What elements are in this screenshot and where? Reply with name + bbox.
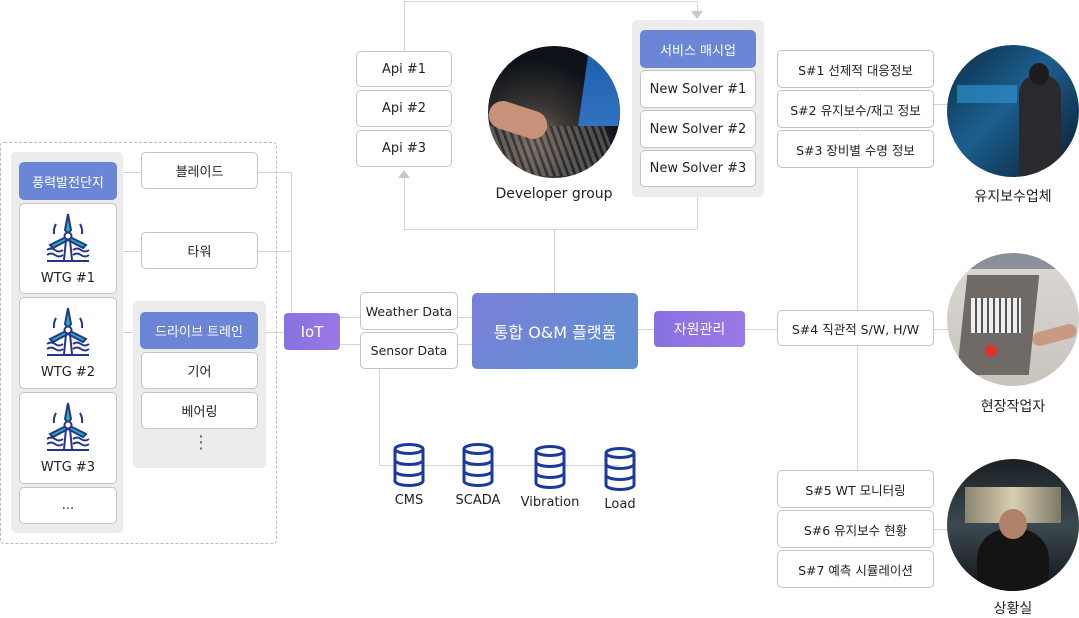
api-box[interactable]: Api #3 (356, 130, 452, 167)
connector (697, 197, 698, 229)
user-label: 유지보수업체 (974, 189, 1052, 205)
developer-label: Developer group (495, 186, 613, 202)
connector (404, 1, 405, 51)
database-label: CMS (394, 493, 424, 508)
connector (697, 1, 698, 11)
database-item[interactable]: Vibration (510, 445, 590, 510)
connector (934, 329, 948, 330)
solver-box[interactable]: New Solver #3 (640, 150, 756, 187)
service-box[interactable]: S#5 WT 모니터링 (777, 470, 934, 508)
maintenance-company-photo (947, 45, 1079, 177)
connector (934, 529, 948, 530)
solver-box[interactable]: New Solver #1 (640, 70, 756, 108)
connector (291, 172, 292, 313)
connector (404, 178, 405, 229)
platform-node[interactable]: 통합 O&M 플랫폼 (472, 293, 638, 369)
wind-turbine-icon (42, 306, 94, 362)
service-box[interactable]: S#1 선제적 대응정보 (777, 50, 934, 88)
resource-management-node[interactable]: 자원관리 (654, 311, 745, 347)
user-label: 상황실 (993, 601, 1033, 617)
connector (340, 317, 360, 318)
database-icon (510, 445, 590, 493)
database-icon (369, 443, 449, 491)
sensor-data-box[interactable]: Sensor Data (360, 332, 458, 369)
database-label: Vibration (520, 495, 580, 510)
turbine-card[interactable]: WTG #2 (19, 297, 117, 389)
turbine-label: WTG #1 (40, 270, 96, 286)
weather-data-box[interactable]: Weather Data (360, 292, 458, 330)
connector (554, 229, 555, 293)
database-icon (438, 443, 518, 491)
database-item[interactable]: CMS (369, 443, 449, 508)
wind-turbine-icon (42, 212, 94, 268)
turbine-card[interactable]: WTG #3 (19, 392, 117, 484)
field-worker-photo (947, 253, 1079, 386)
more-components: ⋮ (192, 432, 210, 453)
connector (458, 344, 472, 345)
connector (404, 1, 697, 2)
database-item[interactable]: SCADA (438, 443, 518, 508)
database-label: Load (604, 497, 636, 512)
database-icon (580, 447, 660, 495)
iot-node[interactable]: IoT (284, 313, 340, 350)
arrow-down-icon (691, 11, 703, 19)
solver-box[interactable]: New Solver #2 (640, 110, 756, 148)
marketplace-title: 서비스 매시업 (640, 30, 756, 68)
more-turbines[interactable]: ... (19, 487, 117, 524)
blade-box[interactable]: 블레이드 (141, 152, 258, 189)
developer-photo (488, 46, 620, 178)
connector (458, 317, 472, 318)
connector (638, 329, 654, 330)
connector (404, 229, 697, 230)
drivetrain-title: 드라이브 트레인 (140, 312, 258, 349)
connector (340, 344, 360, 345)
api-box[interactable]: Api #2 (356, 90, 452, 127)
wind-farm-title: 풍력발전단지 (19, 162, 117, 200)
connector (934, 104, 948, 105)
control-room-photo (947, 459, 1079, 591)
api-box[interactable]: Api #1 (356, 51, 452, 87)
gear-box[interactable]: 기어 (141, 352, 258, 389)
database-item[interactable]: Load (580, 447, 660, 512)
service-box[interactable]: S#2 유지보수/재고 정보 (777, 90, 934, 128)
wind-turbine-icon (42, 401, 94, 457)
turbine-card[interactable]: WTG #1 (19, 203, 117, 294)
service-box[interactable]: S#3 장비별 수명 정보 (777, 130, 934, 168)
turbine-label: WTG #3 (40, 460, 96, 475)
user-label: 현장작업자 (980, 399, 1046, 415)
service-box[interactable]: S#4 직관적 S/W, H/W (777, 310, 934, 346)
database-label: SCADA (455, 493, 501, 508)
bearing-box[interactable]: 베어링 (141, 392, 258, 429)
service-box[interactable]: S#6 유지보수 현황 (777, 510, 934, 548)
arrow-up-icon (398, 170, 410, 178)
connector (745, 329, 777, 330)
turbine-label: WTG #2 (40, 365, 96, 380)
tower-box[interactable]: 타워 (141, 232, 258, 269)
service-box[interactable]: S#7 예측 시뮬레이션 (777, 550, 934, 588)
